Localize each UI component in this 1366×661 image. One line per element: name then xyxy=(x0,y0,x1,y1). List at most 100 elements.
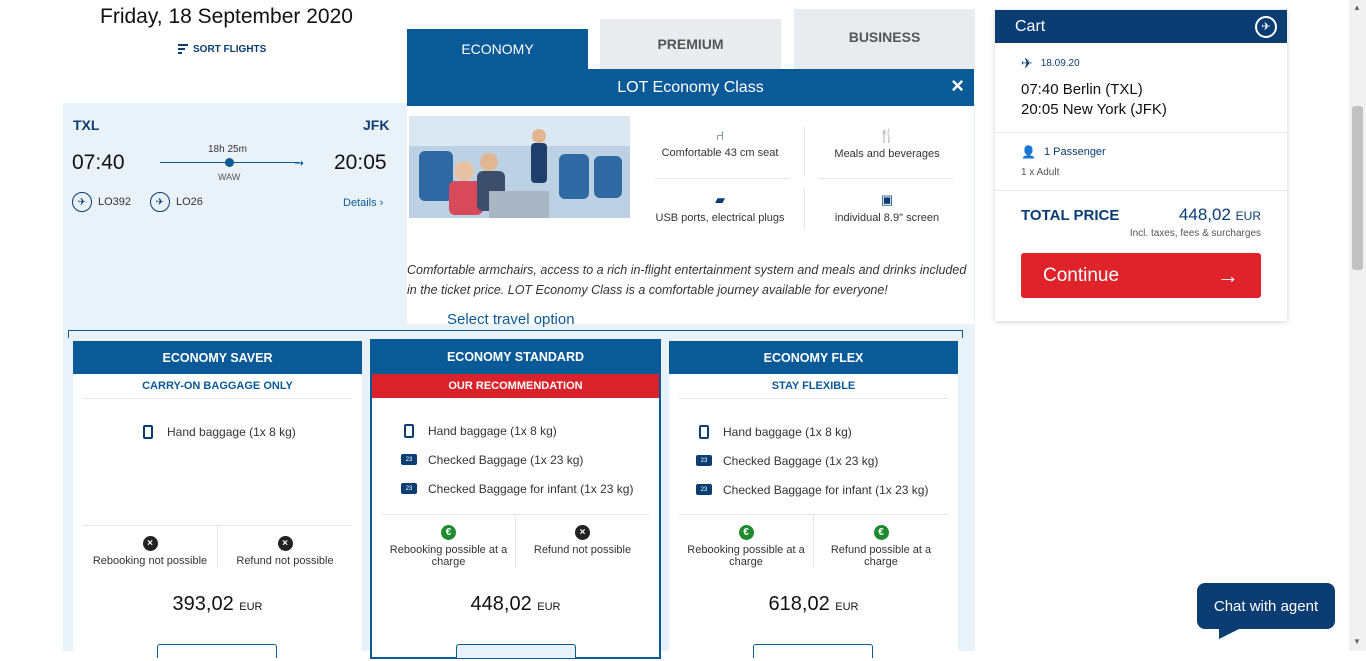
scrollbar-thumb[interactable] xyxy=(1352,106,1363,270)
select-travel-option-title: Select travel option xyxy=(447,311,575,328)
scroll-up-icon[interactable]: ▲ xyxy=(1353,3,1361,12)
page-date-title: Friday, 18 September 2020 xyxy=(100,5,353,28)
seat-icon: ⑁ xyxy=(716,128,724,143)
baggage-label: Hand baggage (1x 8 kg) xyxy=(167,424,296,439)
refund-policy: € Refund possible at a charge xyxy=(813,515,948,568)
passenger-detail: 1 x Adult xyxy=(1021,167,1060,178)
amenity-label: individual 8.9" screen xyxy=(834,212,940,224)
fare-policy-row: × Rebooking not possible × Refund not po… xyxy=(83,525,352,567)
arrow-right-icon: → xyxy=(1217,262,1239,288)
select-fare-button[interactable] xyxy=(456,644,576,658)
chat-with-agent-button[interactable]: Chat with agent xyxy=(1197,583,1335,629)
cart-date: 18.09.20 xyxy=(1040,58,1080,69)
baggage-item: Hand baggage (1x 8 kg) xyxy=(695,417,958,446)
flight-duration: 18h 25m xyxy=(208,144,247,155)
baggage-item: 23 Checked Baggage for infant (1x 23 kg) xyxy=(695,475,958,504)
refund-label: Refund not possible xyxy=(236,555,334,567)
amenity-seat: ⑁ Comfortable 43 cm seat xyxy=(645,128,795,159)
fare-policy-row: € Rebooking possible at a charge € Refun… xyxy=(679,514,948,568)
class-description: Comfortable armchairs, access to a rich … xyxy=(407,263,967,297)
amenity-divider xyxy=(655,178,790,179)
fare-name: ECONOMY SAVER xyxy=(73,341,362,374)
continue-button[interactable]: Continue → xyxy=(1021,253,1261,298)
cart-title: Cart xyxy=(1015,17,1046,35)
class-title: LOT Economy Class xyxy=(617,78,764,96)
fare-card-standard[interactable]: ECONOMY STANDARD OUR RECOMMENDATION Hand… xyxy=(370,339,661,659)
close-icon[interactable]: × xyxy=(951,73,964,99)
hand-baggage-icon xyxy=(139,424,157,439)
checked-baggage-icon: 23 xyxy=(695,454,713,468)
total-price-label: TOTAL PRICE xyxy=(1021,206,1120,224)
lot-logo-icon: ✈ xyxy=(72,192,92,212)
refund-label: Refund not possible xyxy=(533,544,632,556)
not-allowed-icon: × xyxy=(277,536,293,551)
checked-baggage-icon: 23 xyxy=(400,453,418,467)
baggage-item: 23 Checked Baggage (1x 23 kg) xyxy=(695,446,958,475)
passenger-icon: 👤 xyxy=(1021,145,1036,159)
select-divider-tick xyxy=(68,330,69,338)
baggage-label: Checked Baggage for infant (1x 23 kg) xyxy=(723,482,929,497)
baggage-item: 23 Checked Baggage for infant (1x 23 kg) xyxy=(400,474,659,503)
baggage-item: Hand baggage (1x 8 kg) xyxy=(139,417,362,446)
euro-charge-icon: € xyxy=(441,525,456,540)
select-fare-button[interactable] xyxy=(753,644,873,658)
plane-icon: ✈ xyxy=(1021,55,1033,71)
baggage-item: 23 Checked Baggage (1x 23 kg) xyxy=(400,445,659,474)
rebooking-policy: € Rebooking possible at a charge xyxy=(382,515,515,568)
tab-premium[interactable]: PREMIUM xyxy=(600,19,781,69)
fare-currency: EUR xyxy=(537,601,561,613)
flight-number-label: LO392 xyxy=(98,196,132,208)
tab-business[interactable]: BUSINESS xyxy=(794,9,975,69)
stopover-code: WAW xyxy=(218,172,241,182)
page-scrollbar[interactable] xyxy=(1349,0,1366,651)
amenity-divider xyxy=(804,188,805,230)
fare-currency: EUR xyxy=(835,601,859,613)
refund-label: Refund possible at a charge xyxy=(830,544,932,568)
passenger-row: 👤 1 Passenger xyxy=(1021,145,1261,159)
fare-price: 393,02 EUR xyxy=(73,593,362,616)
total-price: 448,02 EUR xyxy=(1179,205,1261,225)
departure-time: 07:40 xyxy=(72,151,125,174)
plug-icon: ▰ xyxy=(715,192,725,207)
details-link[interactable]: Details › xyxy=(343,197,383,209)
origin-code: TXL xyxy=(73,117,100,133)
amenity-divider xyxy=(818,178,953,179)
cart-date-row: ✈ 18.09.20 xyxy=(1021,55,1261,72)
rebooking-label: Rebooking possible at a charge xyxy=(687,544,805,568)
cart-header: Cart ✈ xyxy=(995,10,1287,43)
rebooking-label: Rebooking not possible xyxy=(92,555,208,567)
arrival-time: 20:05 xyxy=(334,151,387,174)
amenity-label: Comfortable 43 cm seat xyxy=(661,147,779,159)
fare-policy-row: € Rebooking possible at a charge × Refun… xyxy=(382,514,649,568)
sort-flights-button[interactable]: SORT FLIGHTS xyxy=(178,42,266,56)
cart-passenger-section: 👤 1 Passenger 1 x Adult xyxy=(995,133,1287,191)
baggage-label: Checked Baggage for infant (1x 23 kg) xyxy=(428,481,634,496)
flight-number-label: LO26 xyxy=(176,196,203,208)
fare-price: 448,02 EUR xyxy=(372,593,659,616)
cabin-photo xyxy=(409,116,630,218)
select-fare-button[interactable] xyxy=(157,644,277,658)
cart-route-from: 07:40 Berlin (TXL) xyxy=(1021,81,1143,98)
baggage-label: Hand baggage (1x 8 kg) xyxy=(428,423,557,438)
rebooking-label: Rebooking possible at a charge xyxy=(389,544,508,568)
checked-baggage-icon: 23 xyxy=(400,482,418,496)
checked-baggage-icon: 23 xyxy=(695,483,713,497)
flight-number-1: ✈ LO392 xyxy=(72,192,131,212)
tab-economy[interactable]: ECONOMY xyxy=(407,29,588,69)
not-allowed-icon: × xyxy=(575,525,590,540)
fare-card-flex[interactable]: ECONOMY FLEX STAY FLEXIBLE Hand baggage … xyxy=(669,341,958,661)
amenity-divider xyxy=(804,125,805,177)
fare-price-value: 393,02 xyxy=(172,593,234,615)
amenity-screen: ▣ individual 8.9" screen xyxy=(812,192,962,224)
total-price-currency: EUR xyxy=(1235,209,1261,223)
scroll-down-icon[interactable]: ▼ xyxy=(1353,637,1361,646)
total-price-value: 448,02 xyxy=(1178,205,1231,224)
recommendation-badge: OUR RECOMMENDATION xyxy=(372,374,659,398)
fare-card-saver[interactable]: ECONOMY SAVER CARRY-ON BAGGAGE ONLY Hand… xyxy=(73,341,362,661)
total-price-note: Incl. taxes, fees & surcharges xyxy=(1129,228,1261,239)
stopover-dot xyxy=(225,158,234,167)
cart-flight-section: ✈ 18.09.20 07:40 Berlin (TXL) 20:05 New … xyxy=(995,43,1287,133)
cutlery-icon: 🍴 xyxy=(878,128,896,143)
baggage-item: Hand baggage (1x 8 kg) xyxy=(400,416,659,445)
select-divider-tick xyxy=(962,330,963,338)
